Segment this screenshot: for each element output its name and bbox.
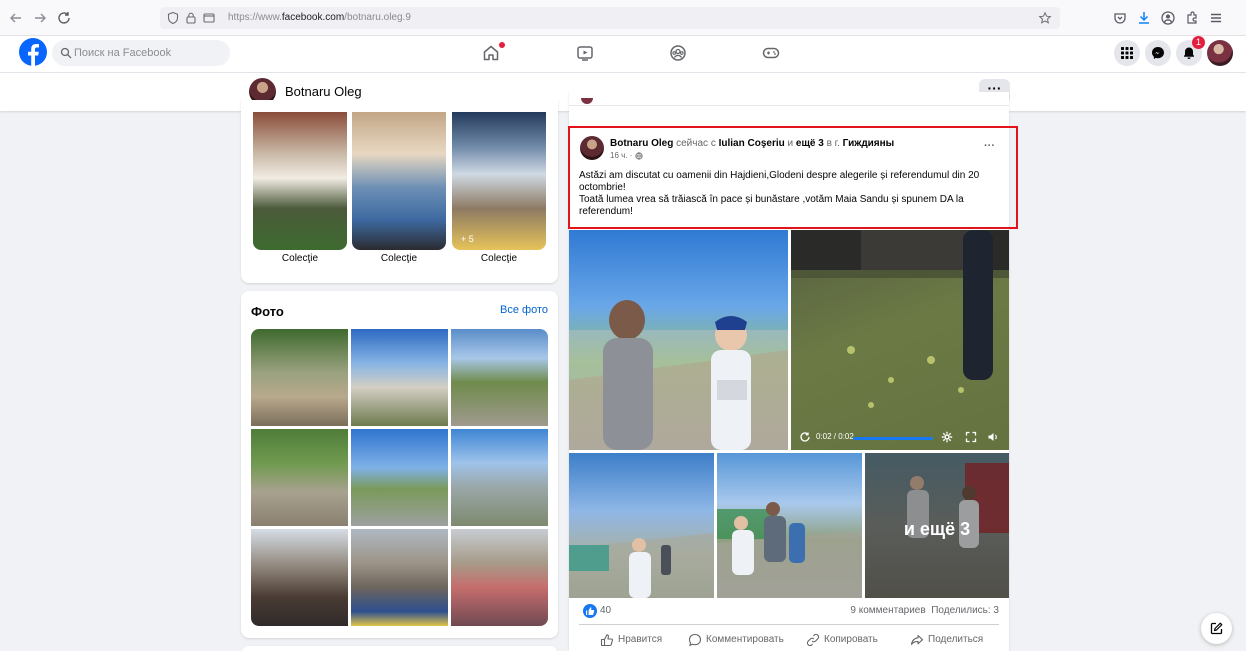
apps-grid-icon xyxy=(1120,46,1134,60)
link-icon xyxy=(806,633,820,647)
tab-groups[interactable] xyxy=(648,38,708,68)
photo-thumbnail[interactable] xyxy=(351,529,448,626)
collection-label[interactable]: Colecţie xyxy=(253,253,347,264)
new-message-button[interactable] xyxy=(1201,613,1232,644)
extensions-icon[interactable] xyxy=(1184,10,1200,26)
address-bar[interactable]: https://www.facebook.com/botnaru.oleg.9 xyxy=(160,7,1060,29)
photo-grid xyxy=(251,329,548,626)
divider xyxy=(579,624,999,625)
video-progress[interactable] xyxy=(853,437,933,440)
collection-cover[interactable]: + 5 xyxy=(452,112,546,250)
collection-label[interactable]: Colecţie xyxy=(352,253,446,264)
menu-icon[interactable] xyxy=(1208,10,1224,26)
copy-label: Копировать xyxy=(824,634,878,645)
comments-shares: 9 комментариев Поделились: 3 xyxy=(850,605,999,616)
bell-icon xyxy=(1182,46,1196,60)
comment-count[interactable]: 9 комментариев xyxy=(850,605,925,616)
share-label: Поделиться xyxy=(928,634,984,645)
home-notification-dot xyxy=(499,42,505,48)
see-all-photos-link[interactable]: Все фото xyxy=(500,304,548,316)
photos-title[interactable]: Фото xyxy=(251,304,284,319)
url-path: /botnaru.oleg.9 xyxy=(344,12,411,23)
photo-thumbnail[interactable] xyxy=(451,529,548,626)
lock-icon[interactable] xyxy=(184,11,198,25)
settings-gear-icon[interactable] xyxy=(941,431,953,443)
share-count[interactable]: Поделились: 3 xyxy=(931,605,999,616)
tab-gaming[interactable] xyxy=(741,38,801,68)
home-icon xyxy=(482,44,500,62)
post-photo[interactable] xyxy=(717,453,862,598)
messenger-icon xyxy=(1151,46,1165,60)
collection-label[interactable]: Colecţie xyxy=(452,253,546,264)
post-photo[interactable] xyxy=(569,453,714,598)
share-icon xyxy=(910,633,924,647)
thumbs-up-icon xyxy=(600,633,614,647)
back-icon[interactable] xyxy=(8,10,24,26)
more-photos-label[interactable]: и ещё 3 xyxy=(865,519,1009,540)
volume-icon[interactable] xyxy=(987,431,999,443)
browser-toolbar: https://www.facebook.com/botnaru.oleg.9 xyxy=(0,0,1246,36)
collections-card: + 5 Colecţie Colecţie Colecţie xyxy=(241,100,558,283)
like-reaction-icon[interactable] xyxy=(583,604,597,618)
bookmark-star-icon[interactable] xyxy=(1038,11,1052,25)
comment-label: Комментировать xyxy=(706,634,784,645)
reload-icon[interactable] xyxy=(56,10,72,26)
account-avatar[interactable] xyxy=(1207,40,1233,66)
photo-thumbnail[interactable] xyxy=(251,529,348,626)
url-domain: facebook.com xyxy=(281,12,345,23)
photo-thumbnail[interactable] xyxy=(351,329,448,426)
tab-home[interactable] xyxy=(461,38,521,68)
facebook-logo-icon[interactable] xyxy=(19,38,47,66)
photo-thumbnail[interactable] xyxy=(451,429,548,526)
post-video[interactable]: 0:02 / 0:02 xyxy=(791,230,1009,450)
gaming-icon xyxy=(762,44,780,62)
messenger-button[interactable] xyxy=(1145,40,1171,66)
permissions-icon[interactable] xyxy=(202,11,216,25)
url-text: https://www.facebook.com/botnaru.oleg.9 xyxy=(228,12,411,23)
replay-icon[interactable] xyxy=(799,431,811,443)
previous-post-avatar xyxy=(581,98,593,104)
collection-cover[interactable] xyxy=(352,112,446,250)
more-photos-overlay: и ещё 3 xyxy=(865,453,1009,598)
search-icon xyxy=(60,47,72,59)
comment-icon xyxy=(688,633,702,647)
collection-cover[interactable] xyxy=(253,112,347,250)
photo-thumbnail[interactable] xyxy=(351,429,448,526)
photo-thumbnail[interactable] xyxy=(251,329,348,426)
account-icon[interactable] xyxy=(1160,10,1176,26)
facebook-header: 1 xyxy=(0,36,1246,73)
notification-badge: 1 xyxy=(1192,36,1205,49)
profile-name[interactable]: Botnaru Oleg xyxy=(285,84,362,99)
video-icon xyxy=(576,44,594,62)
notifications-button[interactable]: 1 xyxy=(1176,36,1205,66)
photo-thumbnail[interactable] xyxy=(251,429,348,526)
fullscreen-icon[interactable] xyxy=(965,431,977,443)
like-label: Нравится xyxy=(618,634,663,645)
tab-video[interactable] xyxy=(555,38,615,68)
search-input[interactable] xyxy=(74,40,224,66)
next-card xyxy=(241,646,558,651)
download-icon[interactable] xyxy=(1136,10,1152,26)
groups-icon xyxy=(669,44,687,62)
forward-icon[interactable] xyxy=(32,10,48,26)
like-count[interactable]: 40 xyxy=(600,605,611,616)
highlight-box xyxy=(568,126,1018,229)
photos-card: Фото Все фото xyxy=(241,291,558,638)
post-photo[interactable] xyxy=(569,230,788,450)
video-controls: 0:02 / 0:02 xyxy=(791,426,1009,450)
collection-more-count: + 5 xyxy=(461,234,474,244)
search-box[interactable] xyxy=(52,40,230,66)
pocket-icon[interactable] xyxy=(1112,10,1128,26)
post-photo[interactable]: и ещё 3 xyxy=(865,453,1009,598)
video-progress-fill xyxy=(853,437,933,440)
photo-thumbnail[interactable] xyxy=(451,329,548,426)
divider xyxy=(569,105,1009,106)
shield-icon[interactable] xyxy=(166,11,180,25)
video-time: 0:02 / 0:02 xyxy=(816,432,854,441)
menu-button[interactable] xyxy=(1114,40,1140,66)
url-prefix: https://www. xyxy=(228,12,282,23)
compose-icon xyxy=(1210,622,1223,635)
post-stats: 40 9 комментариев Поделились: 3 xyxy=(569,600,1009,622)
post-media: 0:02 / 0:02 и ещё 3 xyxy=(569,230,1009,598)
